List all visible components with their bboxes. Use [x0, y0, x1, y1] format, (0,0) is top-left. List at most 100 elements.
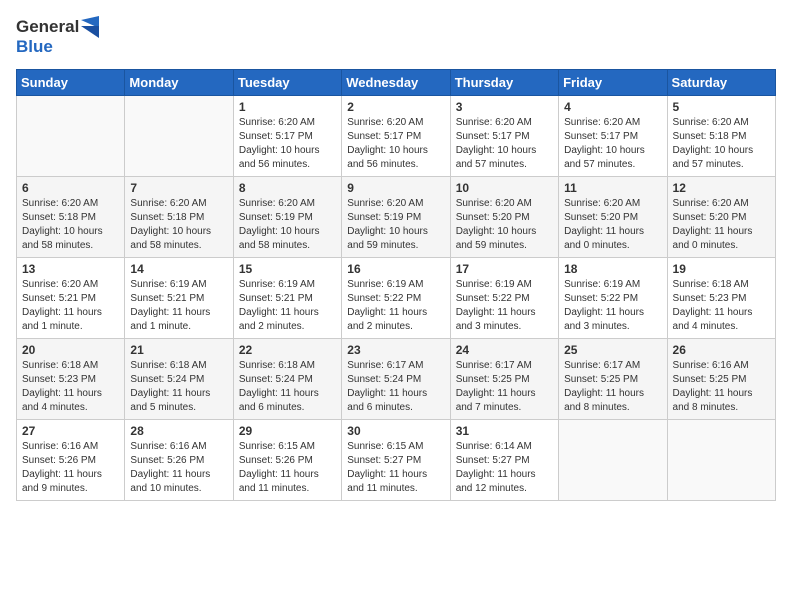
day-info: Sunrise: 6:20 AMSunset: 5:19 PMDaylight:…: [239, 197, 336, 253]
day-info: Sunrise: 6:20 AMSunset: 5:18 PMDaylight:…: [22, 197, 119, 253]
calendar-cell: 24Sunrise: 6:17 AMSunset: 5:25 PMDayligh…: [450, 338, 558, 419]
day-info: Sunrise: 6:20 AMSunset: 5:18 PMDaylight:…: [130, 197, 227, 253]
calendar-cell: 23 Sunrise: 6:17 AMSunset: 5:24 PMDayligh…: [342, 338, 450, 419]
day-info: Sunrise: 6:16 AMSunset: 5:25 PMDaylight:…: [673, 359, 770, 415]
calendar-cell: 3Sunrise: 6:20 AMSunset: 5:17 PMDaylight…: [450, 95, 558, 176]
calendar-cell: 16Sunrise: 6:19 AMSunset: 5:22 PMDayligh…: [342, 257, 450, 338]
week-row-2: 6 Sunrise: 6:20 AMSunset: 5:18 PMDaylight…: [17, 176, 776, 257]
calendar-cell: 30 Sunrise: 6:15 AMSunset: 5:27 PMDayligh…: [342, 419, 450, 500]
calendar-cell: [125, 95, 233, 176]
calendar-cell: 15Sunrise: 6:19 AMSunset: 5:21 PMDayligh…: [233, 257, 341, 338]
day-number: 19: [673, 262, 770, 276]
day-of-week-tuesday: Tuesday: [233, 69, 341, 95]
calendar-cell: 12 Sunrise: 6:20 AMSunset: 5:20 PMDayligh…: [667, 176, 775, 257]
day-of-week-thursday: Thursday: [450, 69, 558, 95]
day-number: 8: [239, 181, 336, 195]
day-info: Sunrise: 6:17 AMSunset: 5:25 PMDaylight:…: [564, 359, 661, 415]
logo-arrow-icon: [81, 16, 99, 38]
calendar-cell: 18 Sunrise: 6:19 AMSunset: 5:22 PMDayligh…: [559, 257, 667, 338]
day-info: Sunrise: 6:19 AMSunset: 5:22 PMDaylight:…: [564, 278, 661, 334]
day-number: 26: [673, 343, 770, 357]
day-number: 30: [347, 424, 444, 438]
day-number: 2: [347, 100, 444, 114]
day-number: 1: [239, 100, 336, 114]
logo-blue: Blue: [16, 38, 99, 57]
day-number: 4: [564, 100, 661, 114]
day-number: 31: [456, 424, 553, 438]
logo-general: General: [16, 18, 79, 37]
calendar-cell: 28 Sunrise: 6:16 AMSunset: 5:26 PMDayligh…: [125, 419, 233, 500]
day-info: Sunrise: 6:17 AMSunset: 5:25 PMDaylight:…: [456, 359, 553, 415]
day-info: Sunrise: 6:15 AMSunset: 5:27 PMDaylight:…: [347, 440, 444, 496]
day-info: Sunrise: 6:20 AMSunset: 5:20 PMDaylight:…: [564, 197, 661, 253]
day-number: 5: [673, 100, 770, 114]
days-of-week-row: SundayMondayTuesdayWednesdayThursdayFrid…: [17, 69, 776, 95]
day-number: 3: [456, 100, 553, 114]
logo-container: General Blue: [16, 16, 99, 57]
day-of-week-friday: Friday: [559, 69, 667, 95]
week-row-1: 1 Sunrise: 6:20 AMSunset: 5:17 PMDaylight…: [17, 95, 776, 176]
day-of-week-monday: Monday: [125, 69, 233, 95]
calendar-cell: 22 Sunrise: 6:18 AMSunset: 5:24 PMDayligh…: [233, 338, 341, 419]
week-row-4: 20Sunrise: 6:18 AMSunset: 5:23 PMDayligh…: [17, 338, 776, 419]
day-number: 9: [347, 181, 444, 195]
day-info: Sunrise: 6:20 AMSunset: 5:20 PMDaylight:…: [456, 197, 553, 253]
day-number: 28: [130, 424, 227, 438]
calendar-table: SundayMondayTuesdayWednesdayThursdayFrid…: [16, 69, 776, 501]
day-info: Sunrise: 6:19 AMSunset: 5:22 PMDaylight:…: [456, 278, 553, 334]
day-of-week-sunday: Sunday: [17, 69, 125, 95]
day-number: 17: [456, 262, 553, 276]
calendar-cell: [17, 95, 125, 176]
day-info: Sunrise: 6:18 AMSunset: 5:23 PMDaylight:…: [22, 359, 119, 415]
day-number: 10: [456, 181, 553, 195]
day-info: Sunrise: 6:17 AMSunset: 5:24 PMDaylight:…: [347, 359, 444, 415]
day-info: Sunrise: 6:20 AMSunset: 5:19 PMDaylight:…: [347, 197, 444, 253]
header: General Blue: [16, 16, 776, 57]
day-number: 18: [564, 262, 661, 276]
day-info: Sunrise: 6:16 AMSunset: 5:26 PMDaylight:…: [130, 440, 227, 496]
calendar-cell: 25 Sunrise: 6:17 AMSunset: 5:25 PMDayligh…: [559, 338, 667, 419]
day-info: Sunrise: 6:19 AMSunset: 5:22 PMDaylight:…: [347, 278, 444, 334]
day-number: 13: [22, 262, 119, 276]
day-info: Sunrise: 6:16 AMSunset: 5:26 PMDaylight:…: [22, 440, 119, 496]
calendar-cell: 29 Sunrise: 6:15 AMSunset: 5:26 PMDayligh…: [233, 419, 341, 500]
calendar-body: 1 Sunrise: 6:20 AMSunset: 5:17 PMDaylight…: [17, 95, 776, 500]
calendar-cell: 14 Sunrise: 6:19 AMSunset: 5:21 PMDayligh…: [125, 257, 233, 338]
calendar-cell: 19 Sunrise: 6:18 AMSunset: 5:23 PMDayligh…: [667, 257, 775, 338]
day-info: Sunrise: 6:15 AMSunset: 5:26 PMDaylight:…: [239, 440, 336, 496]
day-number: 11: [564, 181, 661, 195]
day-number: 7: [130, 181, 227, 195]
calendar-cell: 5 Sunrise: 6:20 AMSunset: 5:18 PMDaylight…: [667, 95, 775, 176]
day-info: Sunrise: 6:20 AMSunset: 5:17 PMDaylight:…: [347, 116, 444, 172]
day-info: Sunrise: 6:20 AMSunset: 5:20 PMDaylight:…: [673, 197, 770, 253]
calendar-cell: 21 Sunrise: 6:18 AMSunset: 5:24 PMDayligh…: [125, 338, 233, 419]
day-info: Sunrise: 6:18 AMSunset: 5:23 PMDaylight:…: [673, 278, 770, 334]
calendar-cell: 20Sunrise: 6:18 AMSunset: 5:23 PMDayligh…: [17, 338, 125, 419]
calendar-cell: 31 Sunrise: 6:14 AMSunset: 5:27 PMDayligh…: [450, 419, 558, 500]
day-info: Sunrise: 6:14 AMSunset: 5:27 PMDaylight:…: [456, 440, 553, 496]
calendar-cell: 17 Sunrise: 6:19 AMSunset: 5:22 PMDayligh…: [450, 257, 558, 338]
day-number: 23: [347, 343, 444, 357]
day-info: Sunrise: 6:20 AMSunset: 5:18 PMDaylight:…: [673, 116, 770, 172]
day-info: Sunrise: 6:20 AMSunset: 5:17 PMDaylight:…: [564, 116, 661, 172]
calendar-cell: 26 Sunrise: 6:16 AMSunset: 5:25 PMDayligh…: [667, 338, 775, 419]
day-number: 29: [239, 424, 336, 438]
day-number: 22: [239, 343, 336, 357]
day-info: Sunrise: 6:18 AMSunset: 5:24 PMDaylight:…: [130, 359, 227, 415]
day-number: 6: [22, 181, 119, 195]
day-of-week-saturday: Saturday: [667, 69, 775, 95]
calendar-cell: 1Sunrise: 6:20 AMSunset: 5:17 PMDaylight…: [233, 95, 341, 176]
calendar-cell: [559, 419, 667, 500]
calendar-cell: 13Sunrise: 6:20 AMSunset: 5:21 PMDayligh…: [17, 257, 125, 338]
day-number: 14: [130, 262, 227, 276]
day-number: 12: [673, 181, 770, 195]
day-number: 15: [239, 262, 336, 276]
day-number: 25: [564, 343, 661, 357]
calendar-header: SundayMondayTuesdayWednesdayThursdayFrid…: [17, 69, 776, 95]
day-info: Sunrise: 6:19 AMSunset: 5:21 PMDaylight:…: [130, 278, 227, 334]
calendar-cell: 7 Sunrise: 6:20 AMSunset: 5:18 PMDaylight…: [125, 176, 233, 257]
day-number: 21: [130, 343, 227, 357]
day-info: Sunrise: 6:18 AMSunset: 5:24 PMDaylight:…: [239, 359, 336, 415]
calendar-cell: 9 Sunrise: 6:20 AMSunset: 5:19 PMDaylight…: [342, 176, 450, 257]
calendar-cell: 11 Sunrise: 6:20 AMSunset: 5:20 PMDayligh…: [559, 176, 667, 257]
